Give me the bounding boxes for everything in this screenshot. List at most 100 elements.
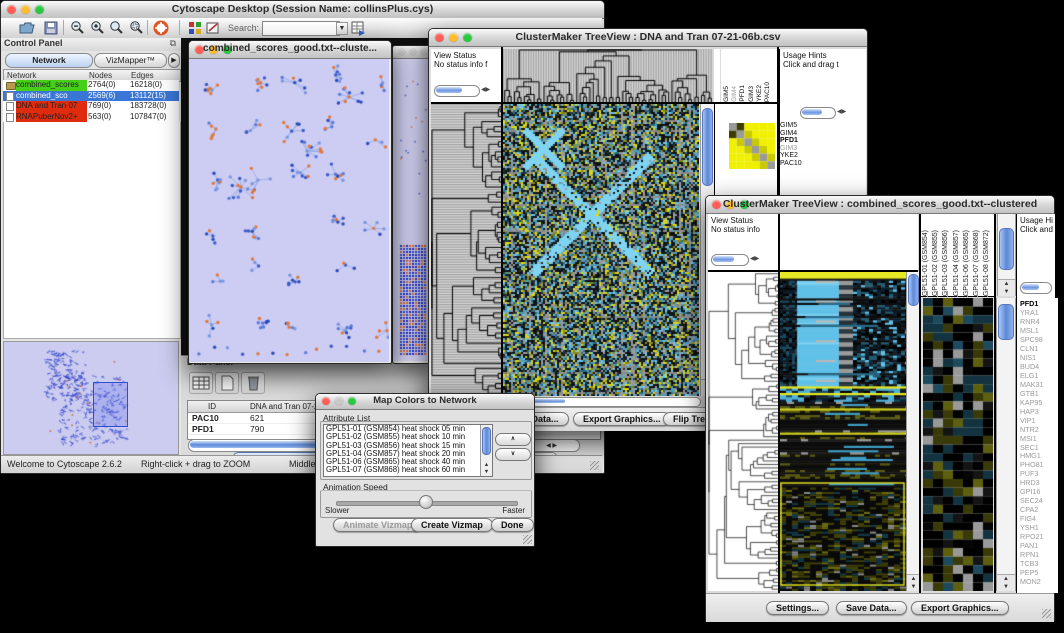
column-label[interactable]: PAC10	[764, 82, 772, 102]
column-label[interactable]: GPL51-06 (GSM865)	[962, 230, 972, 296]
zoom-button[interactable]	[421, 49, 427, 55]
column-label[interactable]: GPL51-02 (GSM855)	[931, 230, 941, 296]
save-data-button[interactable]: Save Data...	[836, 601, 907, 615]
column-label[interactable]: YKE2	[756, 85, 764, 102]
column-label[interactable]: GIM5	[723, 86, 731, 102]
labels-vscrollbar[interactable]: ▲▼	[997, 214, 1016, 296]
titlebar[interactable]: ClusterMaker TreeView : combined_scores_…	[706, 196, 1054, 214]
titlebar[interactable]	[393, 46, 433, 59]
create-vizmap-button[interactable]: Create Vizmap	[411, 518, 493, 532]
hscrollbar[interactable]	[800, 107, 836, 119]
scrollbar-thumb[interactable]	[713, 256, 734, 262]
minimize-button[interactable]	[410, 49, 416, 55]
similarity-matrix[interactable]	[729, 123, 775, 169]
network-row[interactable]: DNA and Tran 07769(0)183728(0)	[3, 101, 179, 112]
new-attribute-icon[interactable]	[215, 372, 239, 394]
annotation-icon[interactable]	[205, 20, 221, 36]
attribute-listbox[interactable]: GPL51-01 (GSM854) heat shock 05 minGPL51…	[323, 424, 493, 477]
open-icon[interactable]	[19, 20, 35, 36]
gene-label[interactable]: GIM3	[780, 145, 866, 153]
tab-overflow-icon[interactable]: ▶	[168, 53, 180, 68]
birdseye-view[interactable]	[3, 341, 179, 455]
gene-label[interactable]: YKE2	[780, 152, 866, 160]
scrollbar-thumb[interactable]	[190, 441, 335, 448]
network-row[interactable]: combined_scores2764(0)16218(0)	[3, 80, 179, 91]
network-list-empty-area[interactable]	[3, 122, 181, 339]
export-graphics-button[interactable]: Export Graphics...	[911, 601, 1009, 615]
speed-slider-thumb[interactable]	[419, 495, 433, 509]
save-icon[interactable]	[43, 20, 59, 36]
delete-attribute-icon[interactable]	[241, 372, 265, 394]
hscrollbar[interactable]	[1020, 282, 1052, 294]
scrollbar-arrows[interactable]: ◀▶	[837, 107, 846, 117]
search-input[interactable]	[262, 21, 340, 36]
titlebar[interactable]: ClusterMaker TreeView : DNA and Tran 07-…	[429, 29, 867, 47]
gene-label[interactable]: PFD1	[780, 137, 866, 145]
scrollbar-thumb[interactable]	[998, 304, 1014, 340]
row-dendrogram[interactable]	[431, 104, 502, 396]
undock-icon[interactable]: ⧉	[170, 38, 176, 49]
hscrollbar[interactable]	[434, 85, 480, 97]
export-graphics-button[interactable]: Export Graphics...	[573, 412, 671, 426]
attribute-item[interactable]: GPL51-07 (GSM868) heat shock 60 min	[324, 466, 492, 474]
scrollbar-thumb[interactable]	[999, 228, 1014, 270]
zoom-heatmap[interactable]	[923, 298, 993, 591]
column-label[interactable]: GPL51-04 (GSM857)	[952, 230, 962, 296]
column-label[interactable]: GPL51-01 (GSM854)	[921, 230, 931, 296]
scrollbar-arrows[interactable]: ▲▼	[481, 462, 492, 476]
zoom-in-icon[interactable]	[89, 20, 105, 36]
resize-grip[interactable]	[1042, 609, 1051, 618]
column-label[interactable]: PFD1	[739, 85, 747, 102]
zoom-out-icon[interactable]	[69, 20, 85, 36]
gene-label[interactable]: PAC10	[780, 160, 866, 168]
move-up-button[interactable]: ∧	[495, 433, 531, 446]
settings-button[interactable]: Settings...	[766, 601, 829, 615]
done-button[interactable]: Done	[491, 518, 534, 532]
zoom-fit-icon[interactable]	[108, 20, 124, 36]
column-dendrogram[interactable]	[503, 49, 713, 102]
tab-network[interactable]: Network	[5, 53, 93, 68]
scrollbar-arrows[interactable]: ◀▶	[481, 85, 490, 95]
column-label[interactable]: GPL51-08 (GSM872)	[982, 230, 992, 296]
scrollbar-thumb[interactable]	[436, 87, 462, 93]
gene-label[interactable]: MON2	[1020, 578, 1058, 587]
move-down-button[interactable]: ∨	[495, 448, 531, 461]
network-row[interactable]: RNAPuberNov2+563(0)107847(0)	[3, 112, 179, 123]
gene-vscrollbar[interactable]: ▲▼	[996, 298, 1016, 591]
titlebar[interactable]: combined_scores_good.txt--cluste...	[189, 41, 391, 59]
heatmap[interactable]	[780, 272, 906, 591]
scrollbar-arrows[interactable]: ▲▼	[997, 574, 1015, 591]
vizmapper-icon[interactable]	[187, 20, 203, 36]
list-vscrollbar[interactable]: ▲▼	[480, 425, 492, 476]
column-label[interactable]: GPL51-07 (GSM868)	[972, 230, 982, 296]
network-row[interactable]: combined_sco2569(6)13112(15)	[3, 91, 179, 102]
resize-grip[interactable]	[523, 535, 532, 544]
row-dendrogram[interactable]	[708, 272, 779, 591]
column-label[interactable]: GPL51-03 (GSM856)	[941, 230, 951, 296]
scrollbar-thumb[interactable]	[908, 274, 919, 306]
resize-grip[interactable]	[590, 461, 599, 470]
scrollbar-arrows[interactable]: ▲▼	[998, 279, 1015, 296]
select-attributes-icon[interactable]	[189, 372, 213, 394]
scrollbar-arrows[interactable]: ◀▶	[750, 254, 759, 264]
zoom-selected-icon[interactable]	[128, 20, 144, 36]
column-dendrogram-area[interactable]	[780, 214, 918, 272]
titlebar[interactable]: Map Colors to Network	[316, 394, 534, 410]
scrollbar-thumb[interactable]	[482, 427, 491, 455]
cytoscape-titlebar[interactable]: Cytoscape Desktop (Session Name: collins…	[1, 1, 604, 19]
scrollbar-thumb[interactable]	[702, 108, 713, 186]
network-view-canvas[interactable]	[189, 59, 389, 362]
scrollbar-thumb[interactable]	[802, 109, 822, 115]
import-table-icon[interactable]	[350, 20, 366, 36]
column-label[interactable]: GIM3	[748, 86, 756, 102]
scrollbar-thumb[interactable]	[1022, 284, 1039, 290]
close-button[interactable]	[399, 49, 405, 55]
network-view-canvas[interactable]	[393, 59, 431, 361]
help-icon[interactable]	[153, 20, 169, 36]
scrollbar-arrows[interactable]: ◀ ▶	[546, 442, 557, 449]
gene-label[interactable]: GIM5	[780, 122, 866, 130]
heatmap[interactable]	[503, 104, 699, 396]
search-dropdown-icon[interactable]: ▼	[336, 22, 348, 35]
birdseye-selection-rect[interactable]	[93, 382, 128, 427]
tab-vizmapper[interactable]: VizMapper™	[94, 53, 167, 68]
